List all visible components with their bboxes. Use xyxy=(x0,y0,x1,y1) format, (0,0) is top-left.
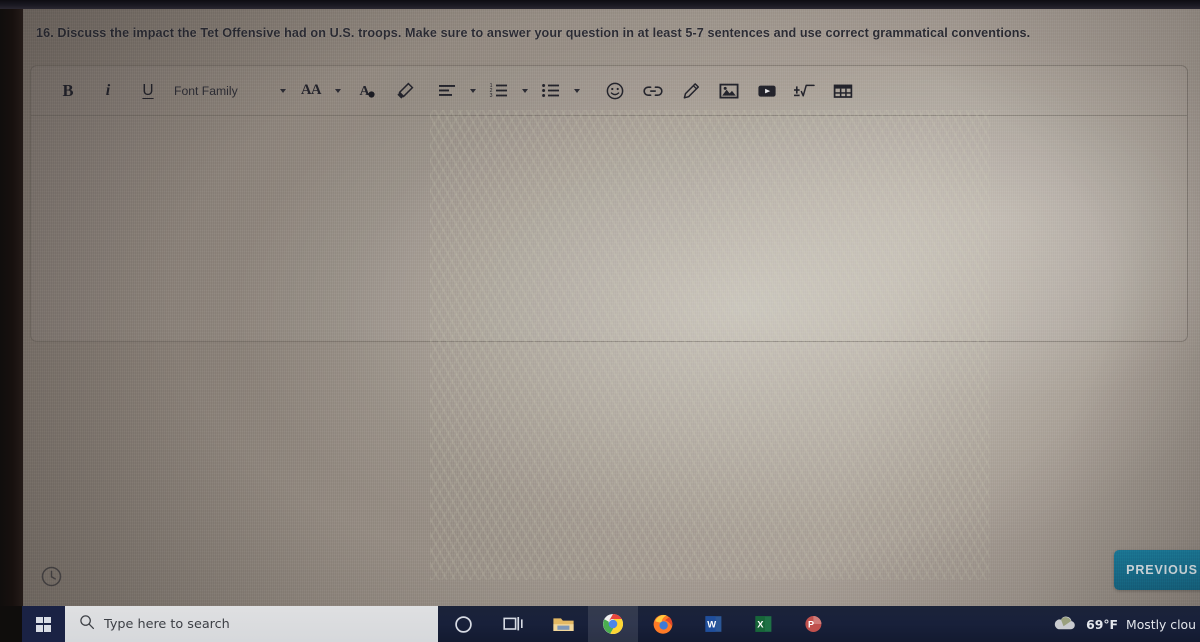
numbered-list-chevron-down-icon[interactable] xyxy=(514,77,536,105)
taskbar-search-box[interactable]: Type here to search xyxy=(65,606,438,642)
italic-button[interactable]: i xyxy=(88,77,128,105)
draw-button[interactable] xyxy=(672,77,710,105)
editor-toolbar: B i U Font Family AA A 1 2 3 xyxy=(31,66,1187,116)
font-family-dropdown[interactable]: Font Family xyxy=(168,77,272,105)
cloud-icon xyxy=(1052,614,1078,635)
svg-text:P: P xyxy=(808,620,814,630)
previous-button[interactable]: PREVIOUS xyxy=(1114,550,1200,590)
question-prompt: 16. Discuss the impact the Tet Offensive… xyxy=(36,26,1031,40)
windows-logo-icon xyxy=(36,616,51,632)
monitor-bezel-left xyxy=(0,0,23,642)
svg-text:3: 3 xyxy=(490,93,493,99)
highlighter-button[interactable] xyxy=(386,77,424,105)
taskbar-app-list: W X P xyxy=(438,606,838,642)
text-color-button[interactable]: A xyxy=(348,77,386,105)
bullet-list-button[interactable] xyxy=(536,77,566,105)
search-input-placeholder[interactable]: Type here to search xyxy=(104,617,230,632)
svg-text:W: W xyxy=(707,619,716,630)
timer-clock-icon[interactable] xyxy=(41,566,62,587)
link-button[interactable] xyxy=(634,77,672,105)
align-left-button[interactable] xyxy=(432,77,462,105)
monitor-bezel-top xyxy=(0,0,1200,9)
numbered-list-button[interactable]: 1 2 3 xyxy=(484,77,514,105)
task-view-icon[interactable] xyxy=(488,606,538,642)
firefox-icon[interactable] xyxy=(638,606,688,642)
font-size-dropdown[interactable]: AA xyxy=(294,77,328,105)
insert-equation-button[interactable] xyxy=(786,77,824,105)
insert-video-button[interactable] xyxy=(748,77,786,105)
powerpoint-icon[interactable]: P xyxy=(788,606,838,642)
weather-description: Mostly clou xyxy=(1126,616,1196,632)
excel-icon[interactable]: X xyxy=(738,606,788,642)
svg-text:A: A xyxy=(360,84,371,99)
underline-button[interactable]: U xyxy=(128,77,168,105)
insert-image-button[interactable] xyxy=(710,77,748,105)
emoji-button[interactable] xyxy=(596,77,634,105)
chrome-icon[interactable] xyxy=(588,606,638,642)
font-size-chevron-down-icon[interactable] xyxy=(328,77,348,105)
svg-text:X: X xyxy=(757,619,764,630)
photographed-screen: 16. Discuss the impact the Tet Offensive… xyxy=(0,0,1200,642)
rich-text-editor[interactable]: B i U Font Family AA A 1 2 3 xyxy=(30,65,1188,342)
weather-temperature: 69°F xyxy=(1086,616,1118,632)
bold-button[interactable]: B xyxy=(48,77,88,105)
word-icon[interactable]: W xyxy=(688,606,738,642)
start-button[interactable] xyxy=(22,606,65,642)
taskbar-weather-widget[interactable]: 69°F Mostly clou xyxy=(1052,606,1200,642)
cortana-icon[interactable] xyxy=(438,606,488,642)
bullet-list-chevron-down-icon[interactable] xyxy=(566,77,588,105)
windows-taskbar: Type here to search W X P 69°F Mostly cl… xyxy=(0,606,1200,642)
file-explorer-icon[interactable] xyxy=(538,606,588,642)
insert-table-button[interactable] xyxy=(824,77,862,105)
taskbar-bezel-strip xyxy=(0,606,22,642)
search-icon xyxy=(79,614,95,635)
editor-text-area[interactable] xyxy=(31,117,1187,342)
align-chevron-down-icon[interactable] xyxy=(462,77,484,105)
font-family-chevron-down-icon[interactable] xyxy=(272,77,294,105)
